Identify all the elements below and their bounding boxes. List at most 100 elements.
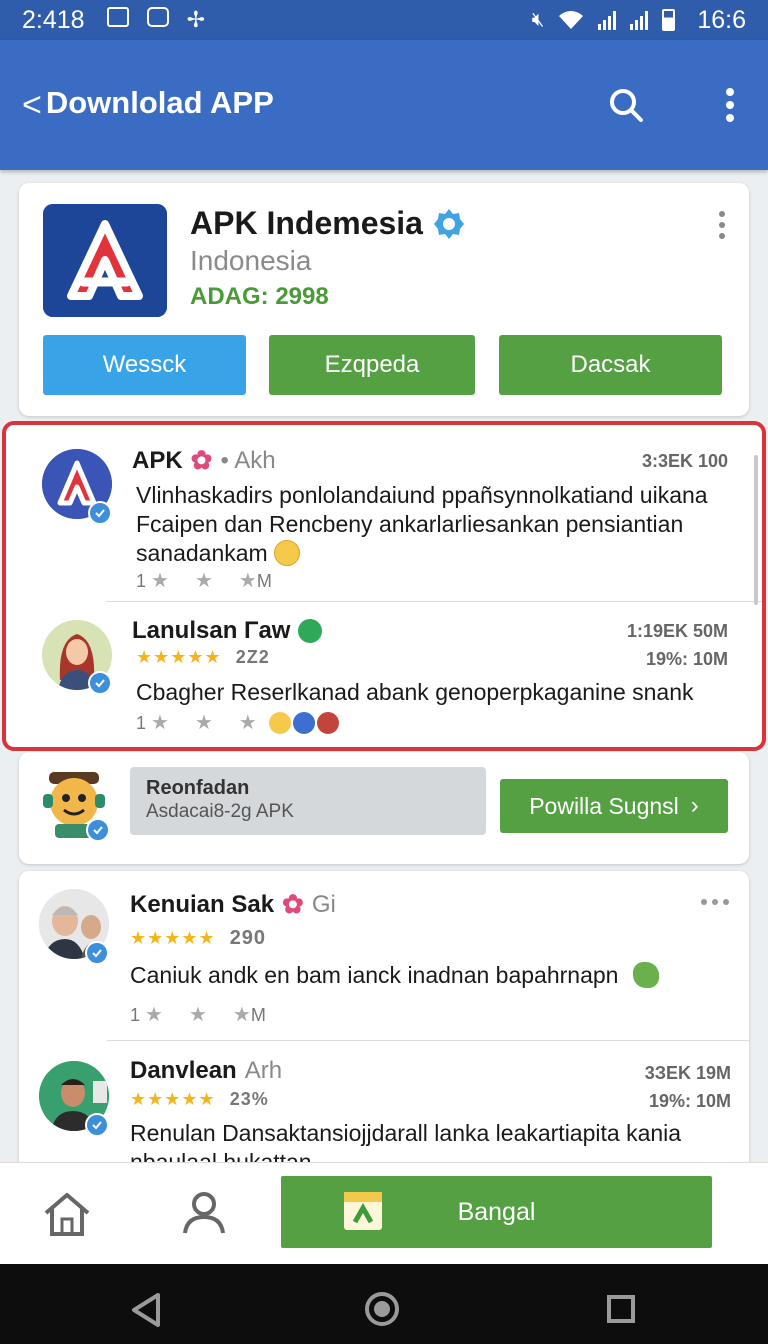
- home-nav-icon[interactable]: [364, 1291, 400, 1327]
- gallery-notification-icon: [106, 7, 129, 27]
- review-actions: 1 ★ ★ ★: [136, 710, 339, 735]
- review-text-body: Caniuk andk en bam ianck inadnan bapahrn…: [130, 962, 619, 988]
- signal-icon-2: [630, 10, 649, 30]
- rating-count: 2Z2: [235, 647, 270, 667]
- mute-icon: 🔇︎: [531, 8, 545, 31]
- recommend-info[interactable]: Reonfadan Asdacai8-2g APK: [130, 767, 486, 835]
- star-icon[interactable]: ★: [195, 710, 213, 735]
- bangal-label: Bangal: [457, 1197, 536, 1226]
- app-logo[interactable]: [43, 204, 167, 317]
- review-text: Caniuk andk en bam ianck inadnan bapahrn…: [130, 961, 710, 990]
- search-icon[interactable]: [608, 87, 644, 123]
- stars-icon: ★★★★★: [136, 647, 222, 667]
- review-author: APK ✿ • Akh: [132, 445, 276, 476]
- more-horiz-icon[interactable]: [701, 899, 729, 905]
- divider: [106, 601, 762, 602]
- recommend-card: Reonfadan Asdacai8-2g APK Powilla Sugnsl…: [19, 752, 749, 864]
- review-text-body: Vlinhaskadirs ponlolandaiund ppañsynnolk…: [136, 482, 708, 566]
- star-icon[interactable]: ★: [195, 568, 213, 593]
- verified-icon: [86, 818, 110, 842]
- camera-notification-icon: [146, 7, 169, 27]
- dacsak-button[interactable]: Dacsak: [499, 335, 722, 395]
- plant-emoji-icon: [632, 962, 659, 988]
- like-count[interactable]: 1 ★: [136, 710, 169, 735]
- rating-count: 290: [229, 927, 267, 949]
- highlighted-reviews: APK ✿ • Akh 3:3EK 100 Vlinhaskadirs ponl…: [2, 421, 766, 751]
- review-author: Danvlean Arh: [130, 1057, 282, 1085]
- review-actions: 1 ★ ★ ★M: [130, 1002, 266, 1027]
- scrollbar[interactable]: [754, 455, 758, 605]
- like-count[interactable]: 1 ★: [136, 568, 169, 593]
- flower-badge-icon: ✿: [190, 445, 213, 475]
- review-meta-line: 3ЗEK 19M: [644, 1063, 731, 1083]
- signal-icon-1: [598, 10, 617, 30]
- review-author-name: APK: [132, 446, 183, 474]
- powilla-button[interactable]: Powilla Sugnsl ›: [500, 779, 728, 833]
- verified-icon: [85, 941, 109, 965]
- recommend-subtitle: Asdacai8-2g APK: [146, 801, 294, 822]
- calendar-icon: [344, 1192, 382, 1230]
- status-bar: 2:418 ✢ 🔇︎ 16:6: [0, 0, 768, 40]
- emoji-reactions: [268, 711, 339, 734]
- profile-icon[interactable]: [182, 1191, 226, 1235]
- bangal-button[interactable]: Bangal: [281, 1176, 712, 1248]
- review-text: Cbagher Reserlkanad abank genoperpkagani…: [136, 679, 694, 705]
- system-nav-bar: [0, 1264, 768, 1344]
- more-vert-icon[interactable]: [726, 88, 734, 122]
- reviews-card: Kenuian Sak ✿ Gi ★★★★★ 290 Caniuk andk e…: [19, 871, 749, 1191]
- star-icon: ★: [145, 1004, 163, 1026]
- ezqpeda-button[interactable]: Ezqpeda: [269, 335, 475, 395]
- verified-badge-icon: [433, 208, 464, 239]
- review-author-name: Lanulsan Γaw: [132, 617, 291, 644]
- sparkle-notification-icon: ✢: [186, 7, 205, 32]
- stars-icon: ★★★★★: [130, 928, 216, 948]
- app-name-text: APK Indemesia: [190, 205, 423, 241]
- status-clock: 16:6: [697, 5, 746, 34]
- home-icon[interactable]: [42, 1191, 92, 1237]
- app-name: APK Indemesia: [190, 205, 465, 242]
- review-author-suffix: Arh: [244, 1057, 283, 1084]
- star-icon[interactable]: ★: [239, 710, 257, 735]
- verified-icon: [85, 1113, 109, 1137]
- powilla-button-label: Powilla Sugnsl: [529, 792, 679, 819]
- star-icon[interactable]: ★: [189, 1002, 207, 1027]
- review-meta-line: 19%: 10M: [645, 649, 728, 669]
- review-meta: 3ЗEK 19M 19%: 10M: [645, 1059, 731, 1115]
- review-author-name: Danvlean: [130, 1057, 237, 1084]
- review-author-suffix: • Akh: [220, 446, 276, 474]
- star-icon: ★: [151, 570, 169, 592]
- review-actions: 1 ★ ★ ★M: [136, 568, 272, 593]
- rating-stars: ★★★★★ 2Z2: [136, 647, 270, 668]
- smile-emoji-icon: [274, 540, 301, 566]
- review-meta-line: 19%: 10M: [648, 1091, 731, 1111]
- flower-badge-icon: ✿: [282, 889, 304, 919]
- recents-nav-icon[interactable]: [606, 1294, 636, 1324]
- star-icon: ★: [238, 570, 257, 592]
- back-button[interactable]: <: [22, 86, 42, 125]
- bottom-nav: Bangal: [0, 1162, 768, 1264]
- verified-icon: [88, 501, 112, 525]
- like-count[interactable]: 1 ★: [130, 1002, 163, 1027]
- review-author: Lanulsan Γaw: [132, 617, 323, 645]
- back-nav-icon[interactable]: [130, 1292, 162, 1328]
- app-subtitle: Indonesia: [190, 245, 312, 276]
- review-author: Kenuian Sak ✿ Gi: [130, 889, 336, 920]
- wessck-button[interactable]: Wessck: [43, 335, 246, 395]
- review-meta: 1:19EK 50M 19%: 10M: [627, 617, 728, 673]
- recommend-title: Reonfadan: [146, 777, 250, 799]
- app-bar: < Downlolad APP: [0, 40, 768, 170]
- review-meta-line: 1:19EK 50M: [626, 621, 728, 641]
- star-icon: ★: [151, 712, 169, 734]
- app-tag: ADAG: 2998: [190, 283, 329, 310]
- more-count[interactable]: ★M: [233, 1002, 266, 1027]
- emoji-icon: [316, 711, 339, 734]
- review-meta: 3:3EK 100: [641, 451, 728, 471]
- page-title: Downlolad APP: [45, 85, 274, 120]
- app-info-card: APK Indemesia Indonesia ADAG: 2998 Wessc…: [19, 183, 749, 416]
- more-count[interactable]: ★M: [239, 568, 272, 593]
- wifi-icon: [559, 11, 584, 29]
- review-text: Vlinhaskadirs ponlolandaiund ppañsynnolk…: [136, 481, 736, 568]
- card-menu-icon[interactable]: [719, 211, 725, 239]
- rating-stars: ★★★★★ 23%: [130, 1089, 269, 1110]
- emoji-icon: [292, 711, 315, 734]
